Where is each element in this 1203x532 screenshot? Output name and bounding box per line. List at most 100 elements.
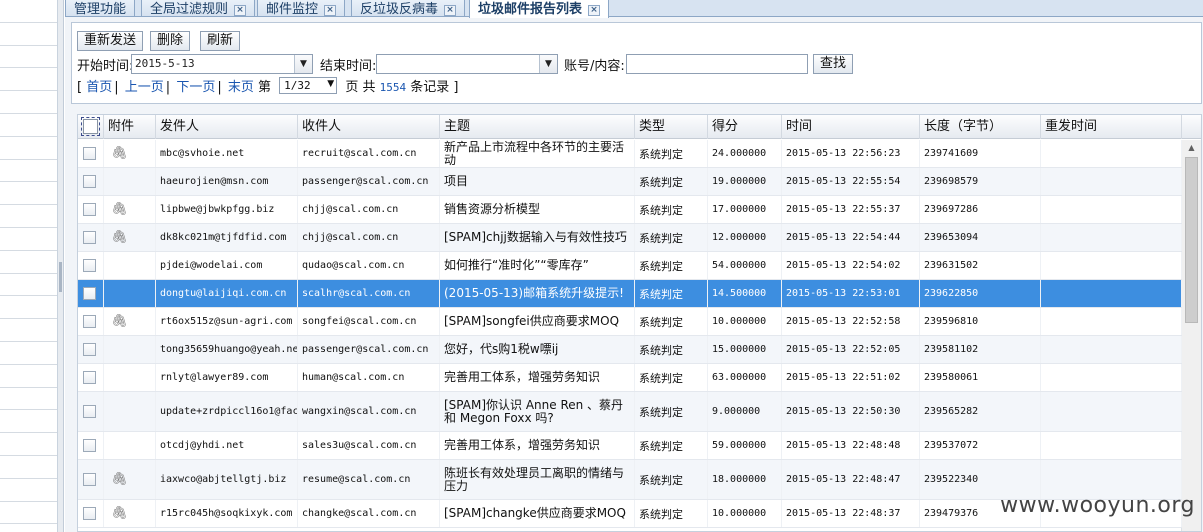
sidebar-row[interactable] bbox=[0, 365, 57, 388]
row-checkbox[interactable] bbox=[83, 371, 96, 384]
cell-to: recruit@scal.com.cn bbox=[298, 140, 440, 167]
prev-page-link[interactable]: 上一页 bbox=[125, 80, 164, 95]
tab-0[interactable]: 管理功能 bbox=[65, 0, 136, 17]
column-header-type[interactable]: 类型 bbox=[635, 115, 708, 139]
tab-2[interactable]: 邮件监控 × bbox=[257, 0, 346, 17]
table-row[interactable]: haeurojien@msn.com passenger@scal.com.cn 项… bbox=[78, 168, 1182, 196]
row-checkbox[interactable] bbox=[83, 439, 96, 452]
sidebar-row[interactable] bbox=[0, 68, 57, 92]
row-checkbox[interactable] bbox=[83, 287, 96, 300]
table-row[interactable]: tong35659huango@yeah.ne passenger@scal.co… bbox=[78, 336, 1182, 364]
row-checkbox[interactable] bbox=[83, 175, 96, 188]
sidebar-row[interactable] bbox=[0, 410, 57, 434]
sidebar-row[interactable] bbox=[0, 91, 57, 114]
delete-button[interactable]: 删除 bbox=[150, 31, 191, 51]
row-checkbox[interactable] bbox=[83, 405, 96, 418]
table-row[interactable]: 🖇 mbc@svhoie.net recruit@scal.com.cn 新产品上市流… bbox=[78, 140, 1182, 168]
cell-type: 系统判定 bbox=[635, 280, 708, 307]
sidebar-row[interactable] bbox=[0, 46, 57, 69]
resend-button[interactable]: 重新发送 bbox=[77, 31, 144, 51]
sidebar-row[interactable] bbox=[0, 502, 57, 525]
first-page-link[interactable]: 首页 bbox=[86, 80, 112, 95]
sidebar-row[interactable] bbox=[0, 228, 57, 251]
sidebar-row[interactable] bbox=[0, 388, 57, 411]
splitter-grip[interactable] bbox=[59, 262, 62, 292]
table-row[interactable]: dongtu@laijiqi.com.cn scalhr@scal.com.cn(… bbox=[78, 280, 1182, 308]
table-row[interactable]: update+zrdpiccl16o1@fac wangxin@scal.com.… bbox=[78, 392, 1182, 432]
start-time-combo[interactable]: 2015-5-13 ▼ bbox=[131, 54, 313, 74]
refresh-button[interactable]: 刷新 bbox=[200, 31, 241, 51]
column-header-subject[interactable]: 主题 bbox=[440, 115, 635, 139]
sidebar-row[interactable] bbox=[0, 160, 57, 183]
row-checkbox[interactable] bbox=[83, 343, 96, 356]
sidebar-row[interactable] bbox=[0, 319, 57, 342]
page-suffix: 页 bbox=[345, 80, 359, 95]
table-row[interactable]: otcdj@yhdi.net sales3u@scal.com.cn 完善用工体系，… bbox=[78, 432, 1182, 460]
page-select[interactable]: 1/32 ▼ bbox=[279, 77, 338, 94]
sidebar-row[interactable] bbox=[0, 114, 57, 137]
paperclip-icon[interactable]: 🖇 bbox=[111, 314, 128, 329]
chevron-down-icon[interactable]: ▼ bbox=[539, 55, 557, 73]
tab-1[interactable]: 全局过滤规则 × bbox=[141, 0, 256, 17]
scroll-thumb[interactable] bbox=[1185, 157, 1198, 323]
sidebar-row[interactable] bbox=[0, 23, 57, 46]
table-row[interactable]: 🖇 dk8kc021m@tjfdfid.com chjj@scal.com.cn [S… bbox=[78, 224, 1182, 252]
column-header-to[interactable]: 收件人 bbox=[298, 115, 440, 139]
tab-4[interactable]: 垃圾邮件报告列表 × bbox=[469, 0, 610, 18]
table-row[interactable]: 🖇 rt6ox515z@sun-agri.com songfei@scal.com.… bbox=[78, 308, 1182, 336]
cell-type: 系统判定 bbox=[635, 336, 708, 363]
column-header-resend[interactable]: 重发时间 bbox=[1041, 115, 1182, 139]
close-icon[interactable]: × bbox=[588, 5, 601, 16]
sidebar-row[interactable] bbox=[0, 205, 57, 228]
last-page-link[interactable]: 末页 bbox=[228, 80, 254, 95]
sidebar-row[interactable] bbox=[0, 433, 57, 456]
close-icon[interactable]: × bbox=[444, 5, 457, 16]
sidebar-row[interactable] bbox=[0, 182, 57, 206]
close-icon[interactable]: × bbox=[234, 5, 247, 16]
tab-3[interactable]: 反垃圾反病毒 × bbox=[351, 0, 466, 17]
paperclip-icon[interactable]: 🖇 bbox=[111, 146, 128, 161]
sidebar-row[interactable] bbox=[0, 0, 57, 23]
cell-score: 63.000000 bbox=[708, 364, 782, 391]
column-header-attach[interactable]: 附件 bbox=[104, 115, 156, 139]
sidebar-row[interactable] bbox=[0, 342, 57, 365]
paperclip-icon[interactable]: 🖇 bbox=[111, 202, 128, 217]
row-checkbox[interactable] bbox=[83, 203, 96, 216]
row-checkbox[interactable] bbox=[83, 259, 96, 272]
scroll-up-icon[interactable]: ▲ bbox=[1182, 140, 1201, 155]
cell-from: otcdj@yhdi.net bbox=[156, 432, 298, 459]
table-row[interactable]: rnlyt@lawyer89.com human@scal.com.cn 完善用工体… bbox=[78, 364, 1182, 392]
row-checkbox[interactable] bbox=[83, 231, 96, 244]
grid-scrollbar[interactable]: ▲ bbox=[1181, 140, 1201, 531]
sidebar-row[interactable] bbox=[0, 137, 57, 160]
paperclip-icon[interactable]: 🖇 bbox=[111, 230, 128, 245]
column-header-time[interactable]: 时间 bbox=[782, 115, 920, 139]
table-row[interactable]: 🖇 lipbwe@jbwkpfgg.biz chjj@scal.com.cn 销售资源… bbox=[78, 196, 1182, 224]
account-input[interactable] bbox=[626, 54, 808, 74]
end-time-combo[interactable]: ▼ bbox=[376, 54, 558, 74]
search-button[interactable]: 查找 bbox=[813, 54, 854, 74]
paperclip-icon[interactable]: 🖇 bbox=[111, 472, 128, 487]
close-icon[interactable]: × bbox=[324, 5, 337, 16]
row-checkbox[interactable] bbox=[83, 315, 96, 328]
cell-time: 2015-05-13 22:54:02 bbox=[782, 252, 920, 279]
sidebar-row[interactable] bbox=[0, 251, 57, 274]
column-header-from[interactable]: 发件人 bbox=[156, 115, 298, 139]
chevron-down-icon[interactable]: ▼ bbox=[294, 55, 312, 73]
row-checkbox[interactable] bbox=[83, 473, 96, 486]
sidebar-row[interactable] bbox=[0, 456, 57, 479]
panel-splitter[interactable] bbox=[58, 0, 64, 532]
sidebar-row[interactable] bbox=[0, 274, 57, 297]
attachment-cell: 🖇 bbox=[104, 460, 156, 499]
sidebar-row[interactable] bbox=[0, 479, 57, 502]
row-checkbox[interactable] bbox=[83, 507, 96, 520]
column-header-length[interactable]: 长度（字节） bbox=[920, 115, 1041, 139]
row-select-cell bbox=[78, 168, 104, 195]
select-all-checkbox[interactable] bbox=[81, 117, 100, 136]
paperclip-icon[interactable]: 🖇 bbox=[111, 506, 128, 521]
next-page-link[interactable]: 下一页 bbox=[176, 80, 215, 95]
column-header-score[interactable]: 得分 bbox=[708, 115, 782, 139]
sidebar-row[interactable] bbox=[0, 296, 57, 320]
row-checkbox[interactable] bbox=[83, 147, 96, 160]
table-row[interactable]: pjdei@wodelai.com qudao@scal.com.cn 如何推行“准… bbox=[78, 252, 1182, 280]
